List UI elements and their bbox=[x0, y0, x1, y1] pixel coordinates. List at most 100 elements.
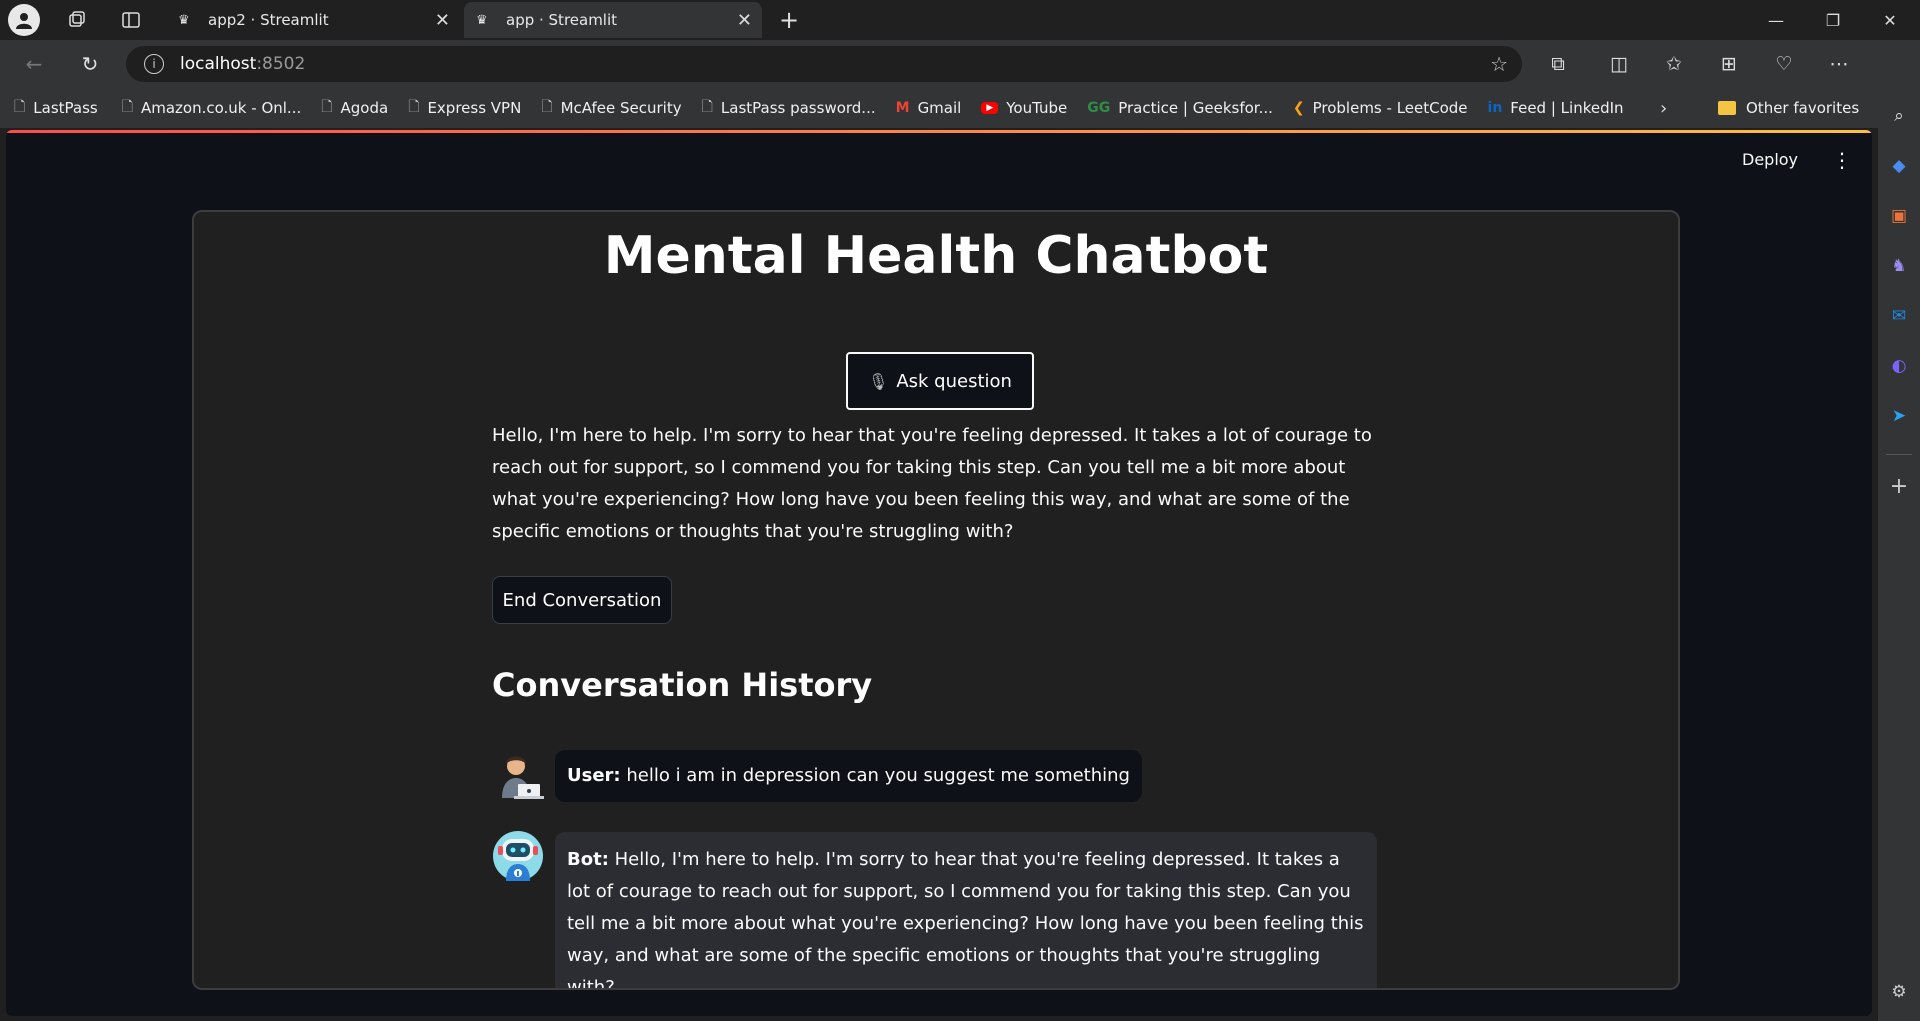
bookmark-label: Amazon.co.uk - Onl... bbox=[140, 99, 302, 117]
bookmark-geeksforgeeks[interactable]: GG Practice | Geeksfor... bbox=[1087, 99, 1273, 117]
bookmarks-bar: 🗋 LastPass 🗋 Amazon.co.uk - Onl... 🗋 Agoda … bbox=[0, 88, 1878, 128]
split-screen-icon[interactable]: ◫ bbox=[1601, 46, 1637, 82]
gmail-icon: M bbox=[895, 100, 910, 116]
minimize-icon[interactable]: — bbox=[1749, 0, 1803, 40]
youtube-icon: ▶ bbox=[981, 102, 999, 114]
url-text[interactable]: localhost:8502 bbox=[180, 54, 305, 74]
linkedin-icon: in bbox=[1487, 100, 1503, 116]
bot-reply-text: Hello, I'm here to help. I'm sorry to he… bbox=[492, 425, 1372, 542]
address-bar[interactable]: i localhost:8502 ☆ bbox=[126, 46, 1522, 82]
bookmark-lastpass-password[interactable]: 🗋 LastPass password... bbox=[702, 96, 876, 120]
bookmark-lastpass[interactable]: 🗋 LastPass bbox=[14, 96, 98, 120]
page-icon: 🗋 bbox=[121, 99, 133, 115]
tab-app[interactable]: ♛ app · Streamlit ✕ bbox=[464, 2, 762, 38]
bookmark-label: Express VPN bbox=[427, 99, 522, 117]
bookmark-label: McAfee Security bbox=[560, 99, 682, 117]
bot-message-text: Hello, I'm here to help. I'm sorry to he… bbox=[567, 849, 1364, 990]
m365-icon[interactable]: ◐ bbox=[1887, 354, 1911, 378]
folder-icon bbox=[1718, 101, 1736, 115]
bookmark-label: Problems - LeetCode bbox=[1312, 99, 1468, 117]
bookmark-gmail[interactable]: M Gmail bbox=[896, 99, 962, 117]
page-icon: 🗋 bbox=[541, 99, 553, 115]
back-arrow-icon[interactable]: ← bbox=[16, 46, 52, 82]
search-icon[interactable]: ⌕ bbox=[1887, 104, 1911, 128]
end-conversation-button[interactable]: End Conversation bbox=[492, 576, 672, 624]
microphone-icon: 🎙 bbox=[868, 371, 889, 391]
bookmark-label: Feed | LinkedIn bbox=[1510, 99, 1624, 117]
chevron-right-icon[interactable]: › bbox=[1660, 98, 1667, 119]
vertical-tabs-icon[interactable] bbox=[112, 1, 150, 39]
tab-app2[interactable]: ♛ app2 · Streamlit ✕ bbox=[166, 2, 460, 38]
workspaces-icon[interactable] bbox=[58, 1, 96, 39]
more-menu-icon[interactable]: ⋯ bbox=[1821, 46, 1857, 82]
page-title: Mental Health Chatbot bbox=[603, 226, 1269, 286]
restore-icon[interactable]: ❐ bbox=[1806, 0, 1860, 40]
favorites-icon[interactable]: ✩ bbox=[1656, 46, 1692, 82]
bookmark-youtube[interactable]: ▶ YouTube bbox=[981, 99, 1067, 117]
user-avatar bbox=[492, 748, 544, 800]
bookmark-label: Agoda bbox=[340, 99, 389, 117]
collections-icon[interactable]: ⊞ bbox=[1711, 46, 1747, 82]
bookmark-label: LastPass password... bbox=[720, 99, 876, 117]
profile-avatar-icon[interactable] bbox=[8, 4, 40, 36]
bookmark-label: Gmail bbox=[917, 99, 962, 117]
ask-question-button[interactable]: 🎙 Ask question bbox=[846, 352, 1034, 410]
info-icon[interactable]: i bbox=[144, 54, 164, 74]
close-icon[interactable]: ✕ bbox=[737, 10, 752, 31]
bot-avatar bbox=[492, 830, 544, 882]
user-at-laptop-icon bbox=[502, 756, 544, 799]
sidebar-divider bbox=[1886, 454, 1912, 455]
tab-title: app · Streamlit bbox=[506, 11, 618, 29]
url-port: :8502 bbox=[256, 54, 306, 74]
edge-sidebar: ⌕ ◆ ▣ ♞ ✉ ◐ ➤ + ⚙ bbox=[1878, 40, 1920, 1021]
conversation-history-heading: Conversation History bbox=[492, 666, 873, 704]
gfg-icon: GG bbox=[1087, 100, 1111, 116]
new-tab-plus-icon[interactable]: + bbox=[770, 1, 808, 39]
user-message-text: hello i am in depression can you suggest… bbox=[626, 765, 1130, 786]
bot-speaker-label: Bot: bbox=[567, 849, 609, 870]
leetcode-icon: ❮ bbox=[1292, 100, 1305, 116]
gear-icon[interactable]: ⚙ bbox=[1887, 980, 1911, 1004]
page-icon: 🗋 bbox=[321, 99, 333, 115]
bot-message: Bot: Hello, I'm here to help. I'm sorry … bbox=[555, 832, 1377, 990]
user-speaker-label: User: bbox=[567, 765, 621, 786]
streamlit-crown-icon: ♛ bbox=[476, 12, 488, 28]
page-icon: 🗋 bbox=[701, 99, 713, 115]
robot-icon bbox=[493, 831, 543, 881]
bookmark-label: Practice | Geeksfor... bbox=[1118, 99, 1273, 117]
bookmark-linkedin[interactable]: in Feed | LinkedIn bbox=[1488, 99, 1624, 117]
bookmark-mcafee[interactable]: 🗋 McAfee Security bbox=[541, 96, 681, 120]
add-plus-icon[interactable]: + bbox=[1887, 474, 1911, 499]
tab-title: app2 · Streamlit bbox=[208, 11, 329, 29]
bookmark-amazon[interactable]: 🗋 Amazon.co.uk - Onl... bbox=[122, 96, 302, 120]
bookmark-agoda[interactable]: 🗋 Agoda bbox=[321, 96, 388, 120]
streamlit-crown-icon: ♛ bbox=[178, 12, 190, 28]
url-host: localhost bbox=[180, 54, 257, 74]
games-icon[interactable]: ♞ bbox=[1887, 254, 1911, 278]
bookmark-label: LastPass bbox=[33, 99, 98, 117]
close-window-icon[interactable]: ✕ bbox=[1863, 0, 1917, 40]
shopping-tag-icon[interactable]: ◆ bbox=[1887, 154, 1911, 178]
browser-tab-bar: ♛ app2 · Streamlit ✕ ♛ app · Streamlit ✕… bbox=[0, 0, 1920, 40]
page-icon: 🗋 bbox=[14, 99, 26, 115]
ask-question-label: Ask question bbox=[896, 370, 1012, 392]
header-decoration bbox=[6, 130, 1872, 133]
chat-container: Mental Health Chatbot 🎙 Ask question Hel… bbox=[192, 210, 1680, 990]
outlook-icon[interactable]: ✉ bbox=[1887, 304, 1911, 328]
bookmark-leetcode[interactable]: ❮ Problems - LeetCode bbox=[1293, 99, 1468, 117]
bookmark-expressvpn[interactable]: 🗋 Express VPN bbox=[408, 96, 521, 120]
close-icon[interactable]: ✕ bbox=[435, 10, 450, 31]
extensions-icon[interactable]: ⧉ bbox=[1540, 46, 1576, 82]
other-favorites-label: Other favorites bbox=[1746, 99, 1860, 117]
telegram-icon[interactable]: ➤ bbox=[1887, 404, 1911, 428]
favorite-star-icon[interactable]: ☆ bbox=[1490, 52, 1508, 76]
main-menu-icon[interactable]: ⋮ bbox=[1832, 148, 1852, 172]
page-icon: 🗋 bbox=[408, 99, 420, 115]
tools-briefcase-icon[interactable]: ▣ bbox=[1887, 204, 1911, 228]
deploy-button[interactable]: Deploy bbox=[1742, 150, 1798, 169]
browser-essentials-icon[interactable]: ♡ bbox=[1766, 46, 1802, 82]
user-message: User: hello i am in depression can you s… bbox=[555, 750, 1142, 802]
refresh-icon[interactable]: ↻ bbox=[72, 46, 108, 82]
bookmark-label: YouTube bbox=[1006, 99, 1068, 117]
other-favorites[interactable]: Other favorites bbox=[1718, 99, 1859, 117]
